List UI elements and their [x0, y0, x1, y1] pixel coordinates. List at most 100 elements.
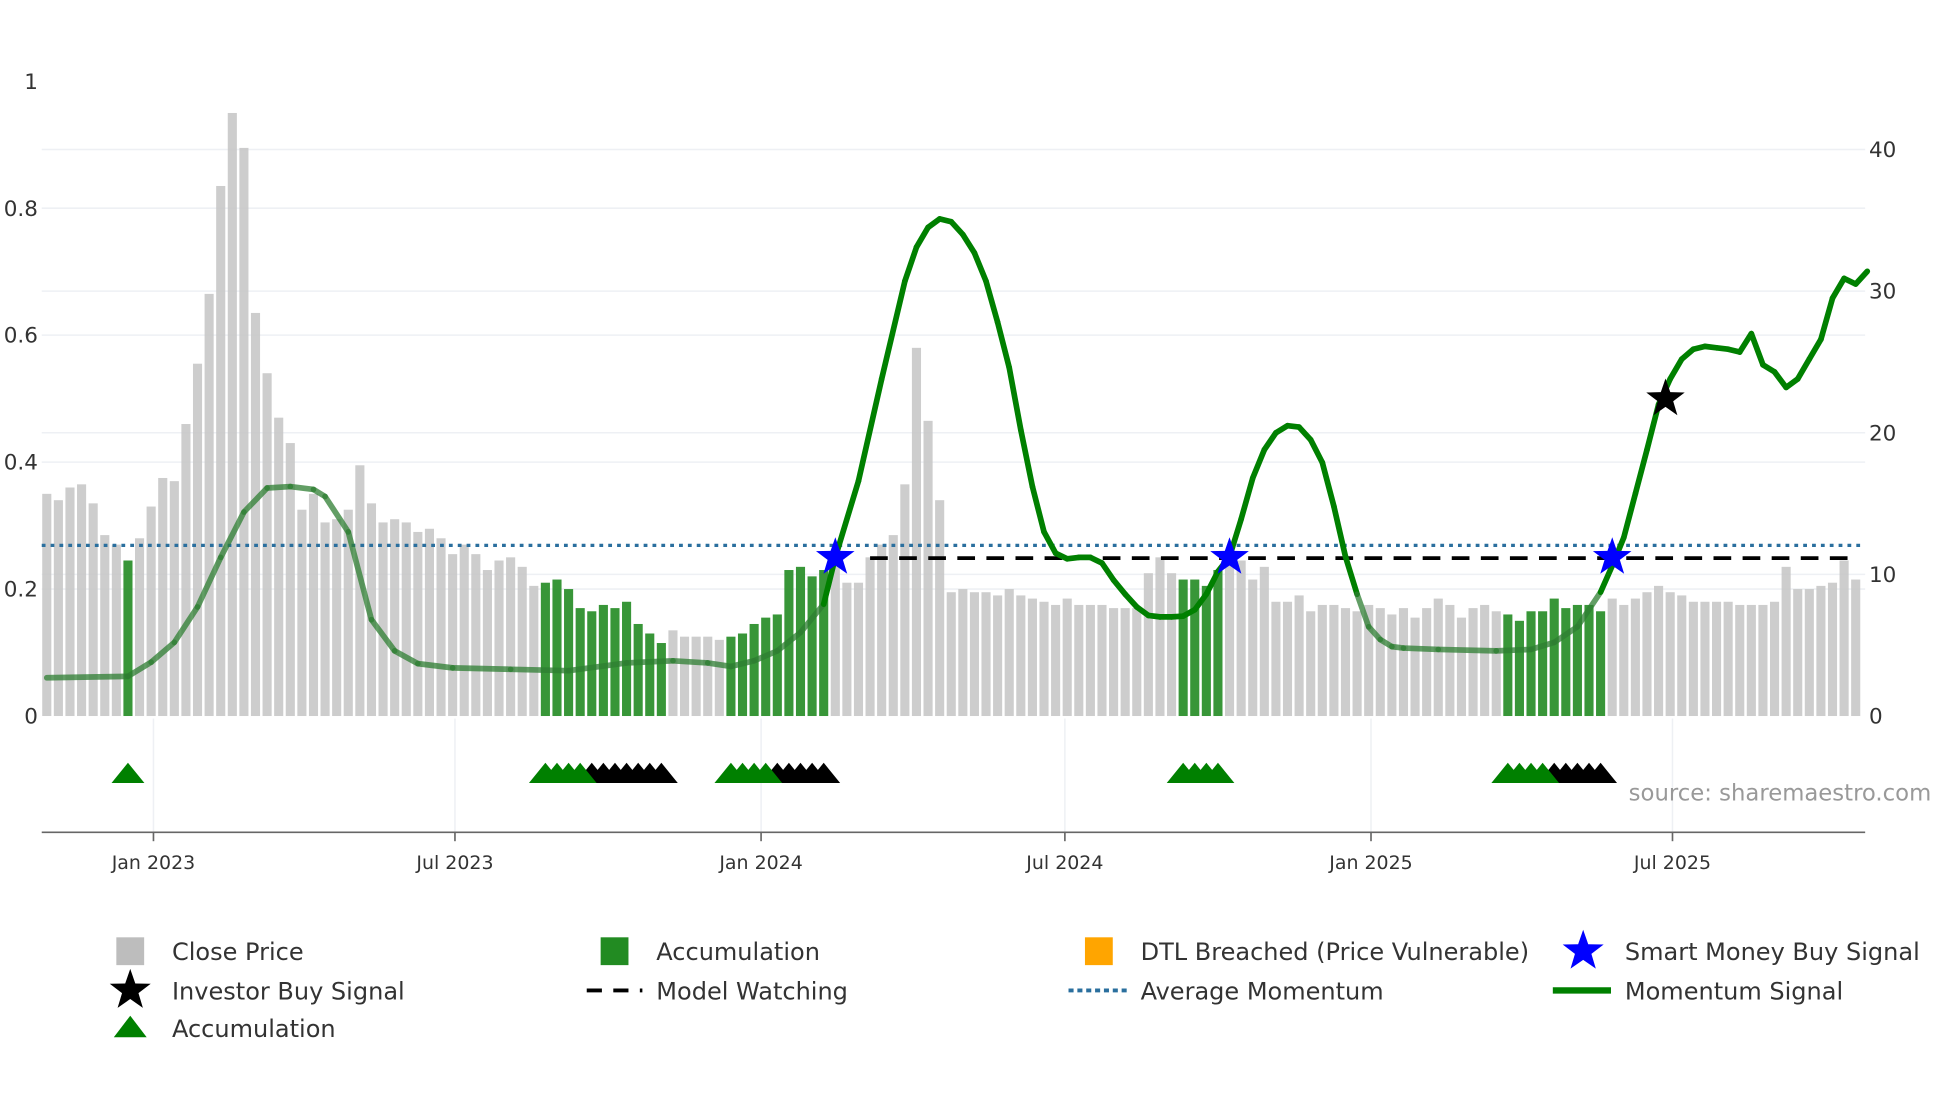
legend-accumulation-triangle-icon — [113, 1015, 147, 1038]
close-price-bar — [1769, 601, 1780, 717]
close-price-bar — [88, 503, 98, 717]
close-price-bar — [506, 557, 516, 717]
close-price-bar — [1723, 601, 1733, 717]
momentum-signal-segment — [1307, 437, 1326, 466]
close-price-bar — [1688, 601, 1698, 717]
close-price-bar — [77, 484, 87, 717]
close-price-bar — [1282, 601, 1293, 717]
close-price-bar — [691, 636, 701, 717]
accumulation-bar — [772, 614, 782, 717]
momentum-signal-segment — [1017, 427, 1036, 490]
accumulation-bar — [575, 608, 585, 717]
momentum-signal-segment — [983, 278, 1001, 326]
close-price-bar — [1735, 604, 1745, 717]
momentum-signal-segment — [855, 376, 885, 484]
momentum-signal-segment — [704, 660, 734, 670]
momentum-signal-segment — [1493, 646, 1534, 654]
close-price-bar — [250, 312, 261, 717]
momentum-signal-segment — [1238, 475, 1256, 523]
momentum-signal-segment — [507, 666, 572, 674]
close-price-bar — [1456, 617, 1467, 717]
close-price-bar — [1827, 582, 1838, 717]
close-price-bar — [1074, 604, 1084, 717]
close-price-bar — [993, 595, 1003, 717]
momentum-signal-segment — [1818, 295, 1836, 343]
close-price-bar — [239, 147, 249, 717]
momentum-signal-segment — [1435, 646, 1500, 654]
accumulation-bar — [622, 601, 632, 717]
close-price-bar — [216, 185, 226, 717]
x-axis-tick-label: Jan 2023 — [111, 852, 195, 874]
momentum-signal-segment — [959, 231, 978, 256]
close-price-bar — [1375, 608, 1385, 717]
accumulation-bar — [587, 611, 597, 717]
close-price-bar — [865, 557, 875, 717]
close-price-bar — [1120, 608, 1130, 717]
momentum-signal-segment — [913, 224, 931, 251]
close-price-bar — [1816, 585, 1826, 717]
close-price-bar — [1387, 614, 1397, 717]
close-price-bar — [1317, 604, 1327, 717]
legend-close-price-label: Close Price — [172, 938, 304, 966]
momentum-signal-segment — [1620, 490, 1639, 541]
close-price-bar — [308, 493, 319, 717]
close-price-bar — [1607, 598, 1617, 717]
close-price-bar — [668, 630, 678, 717]
close-price-bar — [1109, 608, 1119, 717]
legend-dtl-breached-price-vulnerable-swatch-icon — [1084, 937, 1113, 966]
x-axis-tick-label: Jul 2024 — [1025, 852, 1103, 874]
close-price-bar — [1642, 592, 1652, 717]
momentum-signal-segment — [1261, 429, 1279, 453]
close-price-bar — [494, 560, 504, 717]
accumulation-bar — [1201, 585, 1211, 717]
close-price-bar — [297, 509, 307, 717]
accumulation-bar — [645, 633, 655, 717]
close-price-bar — [969, 592, 979, 717]
close-price-bar — [946, 592, 956, 717]
close-price-bar — [1468, 608, 1478, 717]
close-price-bar — [1248, 579, 1258, 717]
left-axis-tick-label: 0.2 — [4, 578, 38, 603]
close-price-bar — [1839, 560, 1849, 717]
accumulation-bar — [1514, 620, 1524, 717]
close-price-bar — [413, 531, 423, 717]
close-price-bar — [401, 522, 411, 717]
close-price-bar — [877, 544, 887, 717]
accumulation-bar — [540, 582, 550, 717]
close-price-bar — [900, 484, 910, 717]
momentum-signal-segment — [971, 250, 989, 285]
close-price-bar — [1132, 608, 1142, 717]
close-price-bar — [958, 589, 968, 717]
momentum-signal-segment — [1794, 356, 1813, 382]
legend-average-momentum-label: Average Momentum — [1141, 977, 1384, 1005]
close-price-bar — [1654, 585, 1664, 717]
accumulation-bar — [656, 643, 666, 717]
close-price-bar — [1004, 589, 1014, 717]
accumulation-bar — [123, 560, 133, 717]
momentum-signal-segment — [1748, 330, 1766, 368]
x-axis-tick-label: Jul 2023 — [415, 852, 493, 874]
momentum-signal-segment — [1400, 645, 1442, 653]
close-price-bar — [1758, 604, 1768, 717]
close-price-bar — [1167, 573, 1177, 717]
accumulation-bar — [1213, 570, 1223, 717]
left-axis-tick-label: 0 — [24, 705, 38, 730]
close-price-bar — [1398, 608, 1409, 717]
accumulation-bar — [633, 623, 643, 717]
accumulation-bar — [1526, 611, 1536, 717]
close-price-bar — [65, 487, 75, 717]
close-price-bars — [42, 112, 1861, 717]
momentum-signal-segment — [264, 483, 294, 491]
accumulation-bar — [1584, 604, 1594, 717]
close-price-bar — [1329, 604, 1339, 717]
momentum-signal-segment — [902, 244, 920, 285]
close-price-bar — [679, 636, 690, 717]
close-price-bar — [1410, 617, 1420, 717]
momentum-signal-segment — [1099, 560, 1117, 583]
x-axis-tick-label: Jul 2025 — [1633, 852, 1711, 874]
close-price-bar — [853, 582, 864, 717]
right-axis-tick-label: 20 — [1869, 421, 1896, 446]
accumulation-bar — [726, 636, 736, 717]
close-price-bar — [1051, 604, 1061, 717]
right-axis-tick-label: 40 — [1869, 138, 1896, 163]
